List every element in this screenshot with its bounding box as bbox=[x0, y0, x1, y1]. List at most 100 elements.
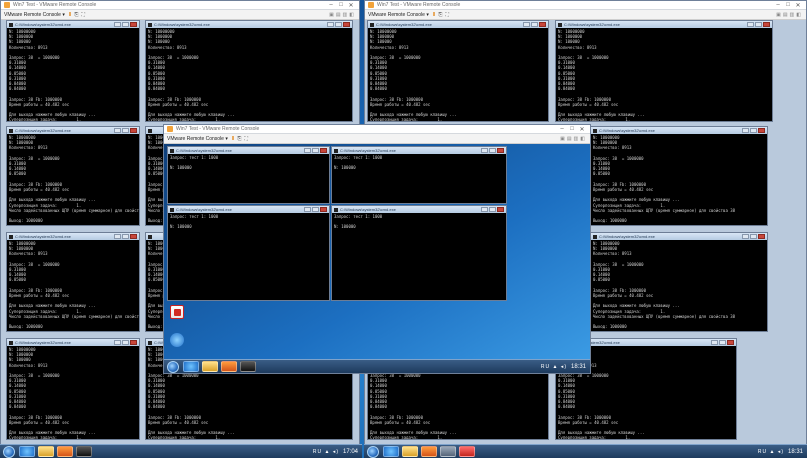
start-button[interactable] bbox=[3, 445, 15, 458]
console-window[interactable]: C:\Windows\system32\cmd.exe N: 10000000 … bbox=[590, 232, 768, 332]
minimize-button[interactable] bbox=[742, 128, 749, 133]
maximize-button[interactable] bbox=[489, 207, 496, 212]
clock[interactable]: 17:04 bbox=[343, 449, 358, 455]
media-taskbar-icon[interactable] bbox=[421, 446, 437, 457]
maximize-button[interactable] bbox=[531, 22, 538, 27]
system-tray[interactable]: RU ▲ ◂) bbox=[758, 449, 784, 455]
explorer-taskbar-icon[interactable] bbox=[402, 446, 418, 457]
close-button[interactable] bbox=[539, 22, 546, 27]
close-button[interactable] bbox=[343, 22, 350, 27]
maximize-button[interactable] bbox=[312, 207, 319, 212]
close-button[interactable] bbox=[497, 207, 504, 212]
close-button[interactable] bbox=[130, 22, 137, 27]
minimize-button[interactable] bbox=[711, 340, 718, 345]
minimize-button[interactable] bbox=[114, 128, 121, 133]
vmware-menu[interactable]: VMware Remote Console ▾ bbox=[368, 12, 429, 18]
vmware-device-icons[interactable]: ▣▤▥◧ bbox=[329, 12, 356, 18]
minimize-button[interactable] bbox=[481, 148, 488, 153]
minimize-button[interactable]: – bbox=[557, 126, 567, 132]
close-button[interactable] bbox=[130, 234, 137, 239]
minimize-button[interactable] bbox=[742, 234, 749, 239]
vmware-taskbar-icon[interactable] bbox=[440, 446, 456, 457]
system-tray[interactable]: RU ▲ ◂) bbox=[541, 364, 567, 370]
media-taskbar-icon[interactable] bbox=[57, 446, 73, 457]
maximize-button[interactable] bbox=[122, 128, 129, 133]
pause-button[interactable]: ‖ bbox=[69, 12, 72, 18]
console-window[interactable]: C:\Windows\system32\cmd.exe N: 10000000 … bbox=[6, 232, 140, 332]
close-button[interactable] bbox=[130, 128, 137, 133]
ie-taskbar-icon[interactable] bbox=[183, 361, 199, 372]
console-window[interactable]: C:\Windows\system32\cmd.exe Запрос: тест… bbox=[167, 205, 330, 301]
maximize-button[interactable] bbox=[750, 128, 757, 133]
media-taskbar-icon[interactable] bbox=[221, 361, 237, 372]
ie-taskbar-icon[interactable] bbox=[19, 446, 35, 457]
explorer-taskbar-icon[interactable] bbox=[38, 446, 54, 457]
maximize-button[interactable] bbox=[489, 148, 496, 153]
cmd-taskbar-icon[interactable] bbox=[76, 446, 92, 457]
cmd-taskbar-icon[interactable] bbox=[240, 361, 256, 372]
fullscreen-icon[interactable]: ⛶ bbox=[244, 136, 248, 142]
maximize-button[interactable] bbox=[122, 234, 129, 239]
start-button[interactable] bbox=[367, 445, 379, 458]
maximize-button[interactable] bbox=[122, 22, 129, 27]
ie-taskbar-icon[interactable] bbox=[383, 446, 399, 457]
minimize-button[interactable] bbox=[304, 148, 311, 153]
minimize-button[interactable] bbox=[304, 207, 311, 212]
close-button[interactable] bbox=[727, 340, 734, 345]
close-button[interactable] bbox=[320, 207, 327, 212]
close-button[interactable]: ✕ bbox=[577, 126, 587, 133]
close-button[interactable] bbox=[763, 22, 770, 27]
minimize-button[interactable] bbox=[114, 22, 121, 27]
close-button[interactable] bbox=[497, 148, 504, 153]
explorer-taskbar-icon[interactable] bbox=[202, 361, 218, 372]
acrobat-desktop-icon[interactable] bbox=[170, 305, 184, 319]
close-button[interactable]: ✕ bbox=[793, 2, 803, 9]
console-window[interactable]: C:\Windows\system32\cmd.exe N: 10000000 … bbox=[145, 20, 353, 122]
console-window[interactable]: C:\Windows\system32\cmd.exe N: 10000000 … bbox=[6, 20, 140, 122]
vmware-menu[interactable]: VMware Remote Console ▾ bbox=[4, 12, 65, 18]
minimize-button[interactable]: – bbox=[773, 2, 783, 8]
fullscreen-icon[interactable]: ⛶ bbox=[81, 12, 85, 18]
vmware-device-icons[interactable]: ▣▤▥◧ bbox=[560, 136, 587, 142]
pause-button[interactable]: ‖ bbox=[232, 136, 235, 142]
maximize-button[interactable]: □ bbox=[336, 2, 346, 8]
minimize-button[interactable] bbox=[747, 22, 754, 27]
maximize-button[interactable] bbox=[755, 22, 762, 27]
start-button[interactable] bbox=[167, 360, 179, 373]
console-window[interactable]: C:\Windows\system32\cmd.exe N: 10000000 … bbox=[367, 20, 549, 122]
close-button[interactable] bbox=[320, 148, 327, 153]
console-window[interactable]: C:\Windows\system32\cmd.exe N: 10000000 … bbox=[590, 126, 768, 226]
console-window[interactable]: C:\Windows\system32\cmd.exe N: 10000000 … bbox=[555, 20, 773, 122]
close-button[interactable]: ✕ bbox=[346, 2, 356, 9]
app-desktop-icon[interactable] bbox=[170, 333, 184, 347]
maximize-button[interactable] bbox=[335, 22, 342, 27]
console-window[interactable]: C:\Windows\system32\cmd.exe Запрос: тест… bbox=[331, 205, 507, 301]
console-window[interactable]: C:\Windows\system32\cmd.exe N: 10000000 … bbox=[6, 126, 140, 226]
fullscreen-icon[interactable]: ⛶ bbox=[445, 12, 449, 18]
clock[interactable]: 18:31 bbox=[571, 364, 586, 370]
send-ctrl-alt-del-icon[interactable]: ⎘ bbox=[237, 136, 241, 142]
close-button[interactable] bbox=[758, 234, 765, 239]
console-window[interactable]: C:\Windows\system32\cmd.exe N: 10000000 … bbox=[6, 338, 140, 440]
clock[interactable]: 18:31 bbox=[788, 449, 803, 455]
minimize-button[interactable] bbox=[114, 340, 121, 345]
minimize-button[interactable] bbox=[114, 234, 121, 239]
maximize-button[interactable] bbox=[750, 234, 757, 239]
maximize-button[interactable] bbox=[122, 340, 129, 345]
app-taskbar-icon[interactable] bbox=[459, 446, 475, 457]
close-button[interactable] bbox=[758, 128, 765, 133]
system-tray[interactable]: RU ▲ ◂) bbox=[313, 449, 339, 455]
minimize-button[interactable]: – bbox=[326, 2, 336, 8]
minimize-button[interactable] bbox=[523, 22, 530, 27]
send-ctrl-alt-del-icon[interactable]: ⎘ bbox=[74, 12, 78, 18]
vmware-device-icons[interactable]: ▣▤▥◧ bbox=[776, 12, 803, 18]
console-window[interactable]: C:\Windows\system32\cmd.exe Запрос: тест… bbox=[331, 146, 507, 204]
close-button[interactable] bbox=[130, 340, 137, 345]
maximize-button[interactable]: □ bbox=[567, 126, 577, 132]
send-ctrl-alt-del-icon[interactable]: ⎘ bbox=[438, 12, 442, 18]
maximize-button[interactable] bbox=[312, 148, 319, 153]
pause-button[interactable]: ‖ bbox=[433, 12, 436, 18]
maximize-button[interactable] bbox=[719, 340, 726, 345]
maximize-button[interactable]: □ bbox=[783, 2, 793, 8]
console-window[interactable]: C:\Windows\system32\cmd.exe Запрос: тест… bbox=[167, 146, 330, 204]
